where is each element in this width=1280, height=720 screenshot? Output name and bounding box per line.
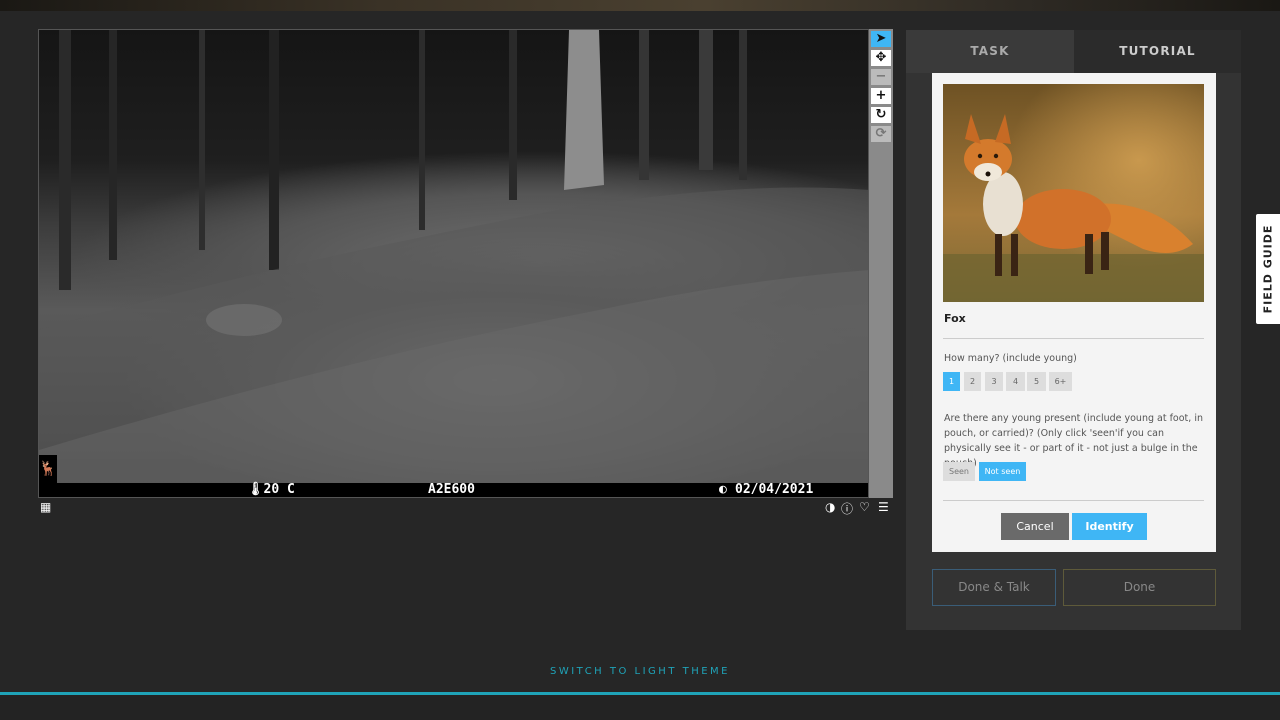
camera-trap-photo <box>39 30 868 497</box>
moon-icon: ◐ <box>719 482 727 497</box>
pointer-icon[interactable]: ➤ <box>871 31 891 47</box>
species-name: Fox <box>944 312 966 325</box>
count-option-6plus[interactable]: 6+ <box>1049 372 1072 391</box>
move-icon[interactable]: ✥ <box>871 50 891 66</box>
grid-icon[interactable]: ▦ <box>40 500 51 514</box>
viewer-toolbar: ➤ ✥ − + ↻ ⟳ <box>869 29 893 498</box>
how-many-question: How many? (include young) <box>944 353 1077 364</box>
footer <box>0 695 1280 720</box>
reset-icon[interactable]: ⟳ <box>871 126 891 142</box>
field-guide-label: FIELD GUIDE <box>1261 224 1275 314</box>
divider <box>943 338 1204 339</box>
info-icon[interactable]: ⓘ <box>841 500 853 516</box>
contrast-icon[interactable]: ◑ <box>825 500 835 514</box>
subject-image-viewer[interactable]: 🦌 🌡20 C A2E600 ◐ 02/04/2021 04:48PM <box>38 29 869 498</box>
done-and-talk-button[interactable]: Done & Talk <box>932 569 1056 606</box>
young-seen-button[interactable]: Seen <box>943 462 975 481</box>
count-option-4[interactable]: 4 <box>1006 372 1025 391</box>
young-not-seen-button[interactable]: Not seen <box>979 462 1026 481</box>
tab-task[interactable]: TASK <box>906 30 1074 73</box>
species-photo <box>943 84 1204 302</box>
zoom-in-icon[interactable]: + <box>871 88 891 104</box>
camera-brand-logo: 🦌 <box>39 455 57 483</box>
count-option-3[interactable]: 3 <box>985 372 1003 391</box>
tab-tutorial[interactable]: TUTORIAL <box>1074 30 1241 73</box>
cancel-button[interactable]: Cancel <box>1001 513 1069 540</box>
task-panel: TASK TUTORIAL Fox How many? (include you… <box>906 30 1241 630</box>
divider <box>943 500 1204 501</box>
rotate-icon[interactable]: ↻ <box>871 107 891 123</box>
switch-theme-link[interactable]: SWITCH TO LIGHT THEME <box>0 666 1280 677</box>
top-banner <box>0 0 1280 11</box>
temperature-readout: 🌡20 C <box>247 482 295 497</box>
heart-icon[interactable]: ♡ <box>859 500 870 514</box>
zoom-out-icon[interactable]: − <box>871 69 891 85</box>
count-option-5[interactable]: 5 <box>1027 372 1046 391</box>
field-guide-tab[interactable]: FIELD GUIDE <box>1256 214 1280 324</box>
list-icon[interactable]: ☰ <box>878 500 889 514</box>
species-card: Fox How many? (include young) 1 2 3 4 5 … <box>932 73 1216 552</box>
camera-id: A2E600 <box>428 482 475 497</box>
capture-datetime: 02/04/2021 04:48PM <box>735 482 814 498</box>
count-option-1[interactable]: 1 <box>943 372 960 391</box>
camera-info-strip: 🌡20 C A2E600 ◐ 02/04/2021 04:48PM <box>39 483 868 497</box>
identify-button[interactable]: Identify <box>1072 513 1147 540</box>
done-button[interactable]: Done <box>1063 569 1216 606</box>
count-option-2[interactable]: 2 <box>964 372 981 391</box>
